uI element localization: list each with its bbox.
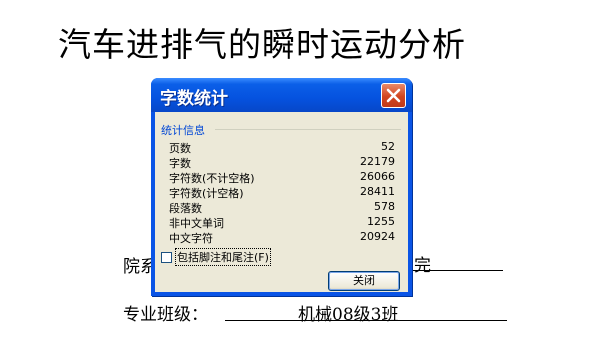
stat-label: 段落数 (169, 202, 202, 215)
stat-label: 中文字符 (169, 232, 213, 245)
major-value: 机械08级3班 (298, 305, 399, 325)
group-divider (215, 129, 401, 130)
statistics-list: 页数 52 字数 22179 字符数(不计空格) 26066 字符数(计空格) … (169, 140, 395, 245)
statistics-group-label: 统计信息 (161, 124, 205, 137)
stat-row-pages: 页数 52 (169, 140, 395, 155)
stat-value: 22179 (360, 155, 395, 168)
document-title: 汽车进排气的瞬时运动分析 (58, 25, 466, 64)
include-footnotes-option[interactable]: 包括脚注和尾注(F) (161, 248, 271, 266)
major-label: 专业班级： (123, 305, 208, 325)
stat-label: 字符数(不计空格) (169, 172, 255, 185)
stat-label: 字数 (169, 157, 191, 170)
dialog-titlebar[interactable]: 字数统计 (151, 78, 412, 112)
stat-value: 578 (374, 200, 395, 213)
stat-value: 1255 (367, 215, 395, 228)
close-button[interactable]: 关闭 (328, 271, 400, 291)
stat-label: 非中文单词 (169, 217, 224, 230)
stat-label: 页数 (169, 142, 191, 155)
stat-label: 字符数(计空格) (169, 187, 244, 200)
dialog-body: 统计信息 页数 52 字数 22179 字符数(不计空格) 26066 字符数(… (155, 112, 408, 292)
stat-row-paragraphs: 段落数 578 (169, 200, 395, 215)
include-footnotes-checkbox[interactable] (161, 251, 172, 263)
stat-row-chars-no-spaces: 字符数(不计空格) 26066 (169, 170, 395, 185)
stat-row-chars-with-spaces: 字符数(计空格) 28411 (169, 185, 395, 200)
titlebar-close-button[interactable] (381, 83, 406, 108)
stat-value: 52 (381, 140, 395, 153)
close-icon (386, 88, 401, 103)
department-value-fragment: 完 (414, 256, 431, 276)
major-underline (225, 320, 507, 321)
dialog-title: 字数统计 (160, 89, 228, 109)
stat-row-chinese-chars: 中文字符 20924 (169, 230, 395, 245)
stat-row-words: 字数 22179 (169, 155, 395, 170)
stat-row-non-chinese-words: 非中文单词 1255 (169, 215, 395, 230)
stat-value: 26066 (360, 170, 395, 183)
stat-value: 20924 (360, 230, 395, 243)
include-footnotes-label[interactable]: 包括脚注和尾注(F) (175, 248, 271, 266)
word-count-dialog: 字数统计 统计信息 页数 52 字数 22179 字符数(不计空格) 26066 (151, 78, 412, 296)
stat-value: 28411 (360, 185, 395, 198)
